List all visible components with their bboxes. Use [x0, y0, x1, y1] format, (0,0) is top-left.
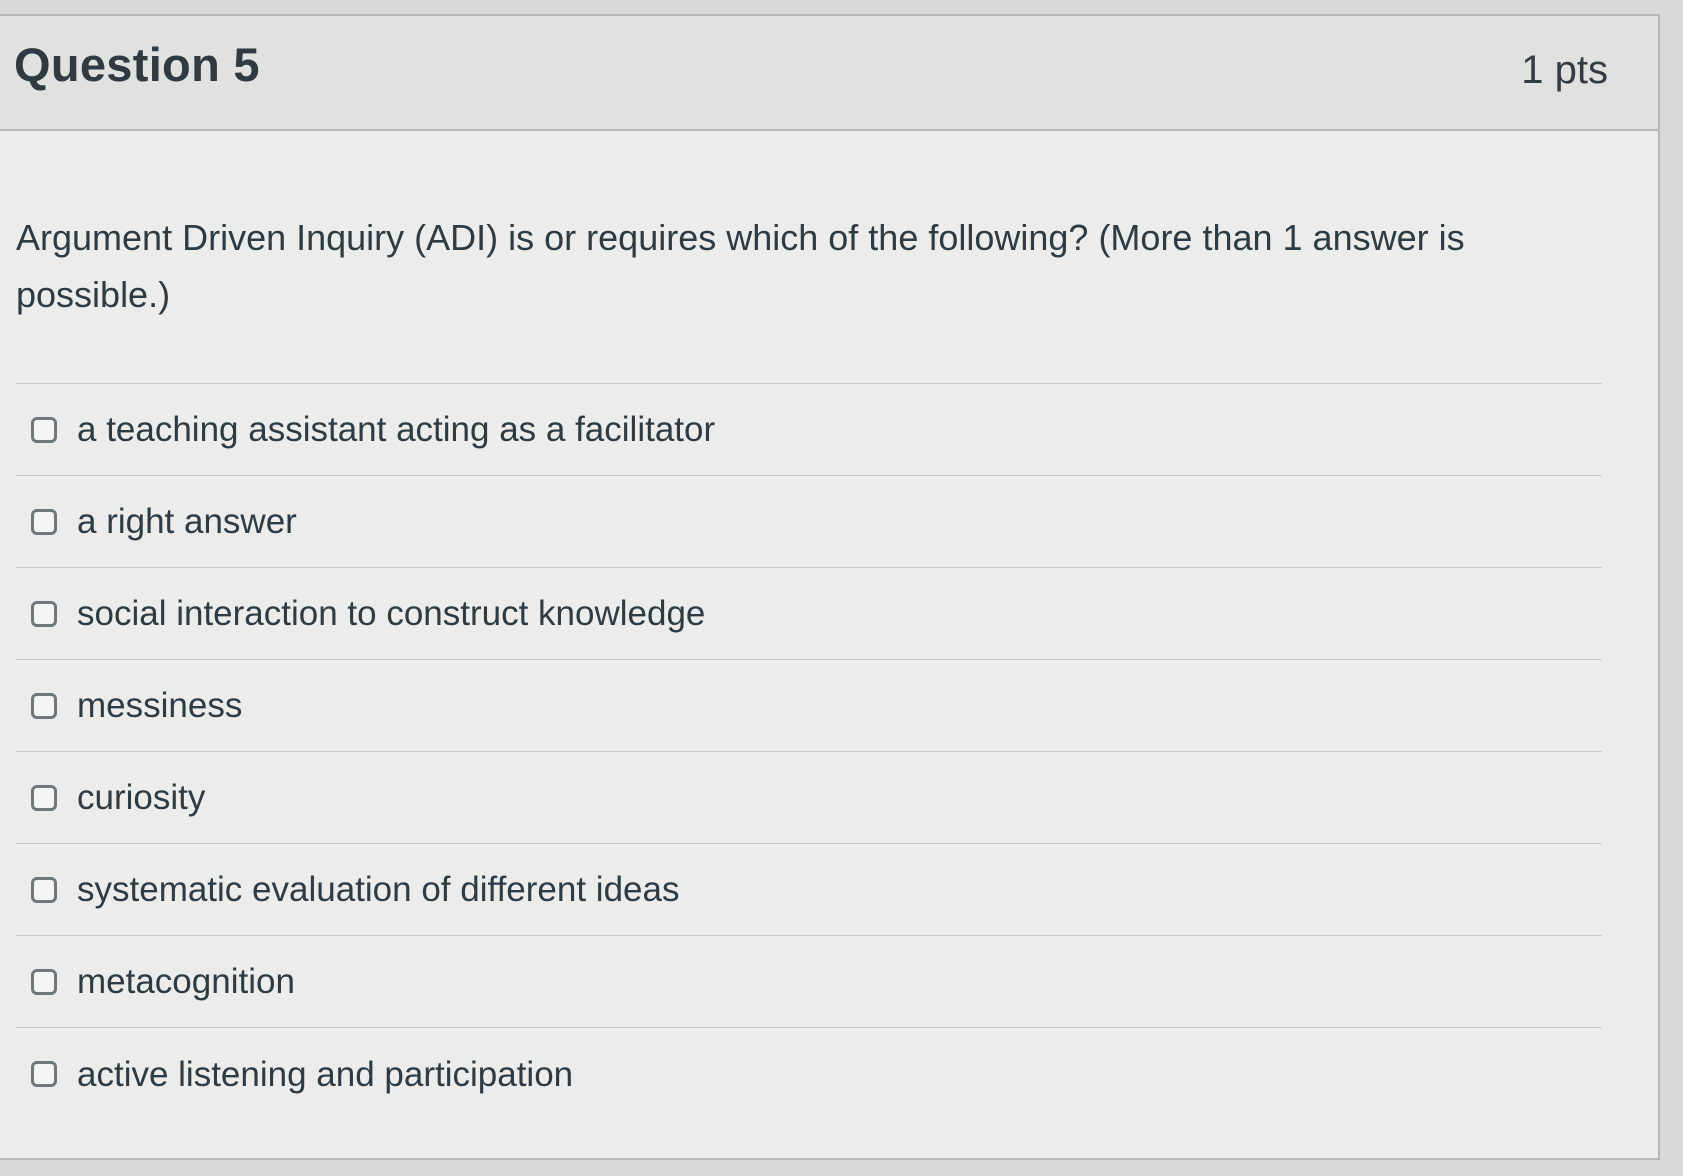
answer-option[interactable]: active listening and participation — [16, 1028, 1602, 1120]
question-text: Argument Driven Inquiry (ADI) is or requ… — [16, 217, 1465, 315]
answer-option[interactable]: metacognition — [16, 936, 1602, 1028]
answer-label: a teaching assistant acting as a facilit… — [77, 410, 716, 449]
question-points: 1 pts — [1521, 48, 1608, 92]
checkbox[interactable] — [31, 692, 57, 719]
checkbox[interactable] — [31, 876, 57, 903]
checkbox[interactable] — [31, 600, 57, 627]
answer-label: messiness — [77, 686, 243, 725]
answer-label: active listening and participation — [77, 1054, 574, 1094]
question-title: Question 5 — [14, 38, 260, 91]
question-header: Question 5 1 pts — [0, 16, 1658, 131]
answer-label: systematic evaluation of different ideas — [77, 870, 680, 909]
answer-option[interactable]: a right answer — [16, 476, 1602, 568]
answer-option[interactable]: a teaching assistant acting as a facilit… — [16, 384, 1602, 476]
checkbox[interactable] — [31, 416, 57, 443]
answer-option[interactable]: social interaction to construct knowledg… — [16, 568, 1602, 660]
answer-option[interactable]: systematic evaluation of different ideas — [16, 844, 1602, 936]
answer-label: social interaction to construct knowledg… — [77, 594, 706, 633]
answer-list: a teaching assistant acting as a facilit… — [16, 383, 1602, 1120]
checkbox[interactable] — [31, 968, 57, 995]
question-card: Question 5 1 pts Argument Driven Inquiry… — [0, 14, 1660, 1160]
question-body: Argument Driven Inquiry (ADI) is or requ… — [0, 131, 1658, 1120]
answer-label: metacognition — [77, 962, 295, 1001]
answer-option[interactable]: curiosity — [16, 752, 1602, 844]
checkbox[interactable] — [31, 1061, 57, 1087]
answer-label: curiosity — [77, 778, 206, 817]
checkbox[interactable] — [31, 784, 57, 811]
answer-label: a right answer — [77, 502, 297, 541]
checkbox[interactable] — [31, 508, 57, 535]
answer-option[interactable]: messiness — [16, 660, 1602, 752]
